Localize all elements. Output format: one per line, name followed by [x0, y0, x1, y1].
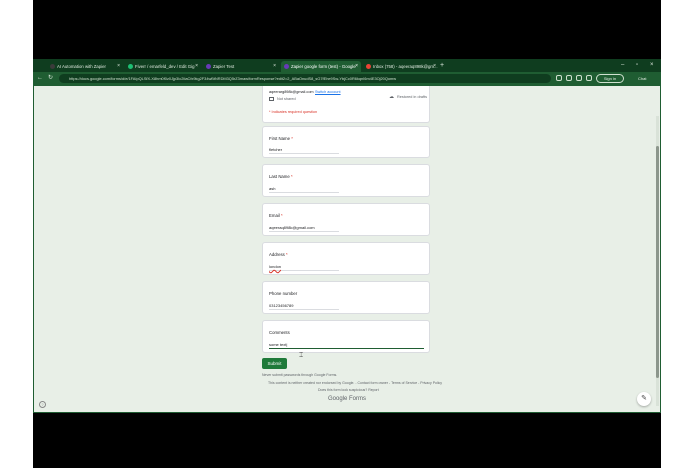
- email-input[interactable]: aqeeraq898k@gmail.com: [269, 225, 339, 232]
- not-shared-label: Not shared: [277, 97, 296, 101]
- address-bar: ← ↻ https://docs.google.com/forms/d/e/1F…: [33, 72, 661, 85]
- footer-disclaimer[interactable]: This content is neither created nor endo…: [268, 381, 442, 385]
- close-window-icon[interactable]: ×: [650, 60, 654, 70]
- close-icon[interactable]: ×: [273, 61, 276, 72]
- last-name-input[interactable]: ash: [269, 186, 339, 193]
- tab-inbox[interactable]: Inbox (758) - aqeeraq898k@gm... ×: [363, 61, 439, 72]
- comments-input[interactable]: some text|: [269, 342, 424, 349]
- tab-label: Fiverr / emarfeld_dev / Edit Gig: [135, 64, 195, 69]
- tab-favicon-icon: [366, 64, 371, 69]
- not-shared-icon: [269, 97, 274, 101]
- tab-label: AI Automation with Zapier: [57, 64, 106, 69]
- profile-icon[interactable]: [586, 75, 592, 81]
- tab-favicon-icon: [284, 64, 289, 69]
- question-last-name: Last Name * ash: [262, 164, 430, 197]
- browser-window: AI Automation with Zapier × Fiverr / ema…: [33, 59, 661, 413]
- sign-in-button[interactable]: Sign in: [596, 74, 624, 83]
- maximize-icon[interactable]: ▫: [636, 60, 638, 70]
- footer-report[interactable]: Does this form look suspicious? Report: [318, 388, 379, 392]
- url-text: https://docs.google.com/forms/d/e/1FAIpQ…: [69, 76, 397, 81]
- address-input[interactable]: london: [269, 264, 339, 271]
- tab-favicon-icon: [206, 64, 211, 69]
- minimize-icon[interactable]: –: [621, 60, 624, 70]
- tab-favicon-icon: [128, 64, 133, 69]
- question-email: Email * aqeeraq898k@gmail.com: [262, 203, 430, 236]
- tab-label: Zapier Test: [213, 64, 235, 69]
- switch-account-link[interactable]: Switch account: [315, 90, 341, 94]
- close-icon[interactable]: ×: [355, 61, 358, 72]
- close-icon[interactable]: ×: [117, 61, 120, 72]
- close-icon[interactable]: ×: [195, 61, 198, 72]
- bookmark-icon[interactable]: [566, 75, 572, 81]
- close-icon[interactable]: ×: [433, 61, 436, 72]
- question-label: Phone number: [269, 291, 298, 296]
- account-card: aqeerarg898k@gmail.com Switch account No…: [262, 86, 430, 123]
- reload-icon[interactable]: ↻: [48, 73, 53, 84]
- cloud-icon: ☁: [389, 94, 394, 100]
- download-icon[interactable]: [576, 75, 582, 81]
- question-label: First Name *: [269, 136, 293, 141]
- question-comments: Comments some text|: [262, 320, 430, 353]
- tab-label: Zapier google form (test) - Google: [291, 64, 356, 69]
- google-forms-logo: Google Forms: [328, 396, 367, 402]
- account-email: aqeerarg898k@gmail.com: [269, 90, 314, 94]
- tab-favicon-icon: [50, 64, 55, 69]
- question-label: Address *: [269, 252, 288, 257]
- question-address: Address * london: [262, 242, 430, 275]
- draft-status: Restored in drafts: [397, 95, 427, 99]
- first-name-input[interactable]: fletcher: [269, 147, 339, 154]
- tab-label: Inbox (758) - aqeeraq898k@gm...: [373, 64, 438, 69]
- back-icon[interactable]: ←: [37, 73, 43, 84]
- page-viewport: aqeerarg898k@gmail.com Switch account No…: [33, 85, 661, 413]
- footer-password-note: Never submit passwords through Google Fo…: [262, 373, 338, 377]
- question-label: Last Name *: [269, 174, 293, 179]
- tab-ai-automation[interactable]: AI Automation with Zapier ×: [47, 61, 123, 72]
- phone-input[interactable]: 03123456789: [269, 303, 339, 310]
- required-note: * Indicates required question: [269, 110, 318, 114]
- tab-zapier-test[interactable]: Zapier Test ×: [203, 61, 279, 72]
- new-tab-button[interactable]: +: [440, 61, 444, 71]
- scrollbar[interactable]: [656, 116, 659, 406]
- tab-fiverr[interactable]: Fiverr / emarfeld_dev / Edit Gig ×: [125, 61, 201, 72]
- question-label: Comments: [269, 330, 290, 335]
- question-label: Email *: [269, 213, 283, 218]
- cursor-icon: ⌶: [299, 352, 304, 359]
- sign-in-label: Sign in: [603, 76, 617, 81]
- question-first-name: First Name * fletcher: [262, 126, 430, 158]
- tab-bar: AI Automation with Zapier × Fiverr / ema…: [33, 59, 661, 72]
- extension-icon[interactable]: [556, 75, 562, 81]
- chat-button[interactable]: Chat: [638, 74, 646, 83]
- scrollbar-thumb[interactable]: [656, 146, 659, 378]
- tab-zapier-google-form[interactable]: Zapier google form (test) - Google ×: [281, 61, 361, 72]
- help-icon[interactable]: ?: [39, 401, 46, 408]
- question-phone: Phone number 03123456789: [262, 281, 430, 314]
- edit-pencil-icon[interactable]: ✎: [637, 392, 651, 406]
- submit-button[interactable]: Submit: [262, 358, 287, 369]
- url-input[interactable]: https://docs.google.com/forms/d/e/1FAIpQ…: [59, 74, 551, 83]
